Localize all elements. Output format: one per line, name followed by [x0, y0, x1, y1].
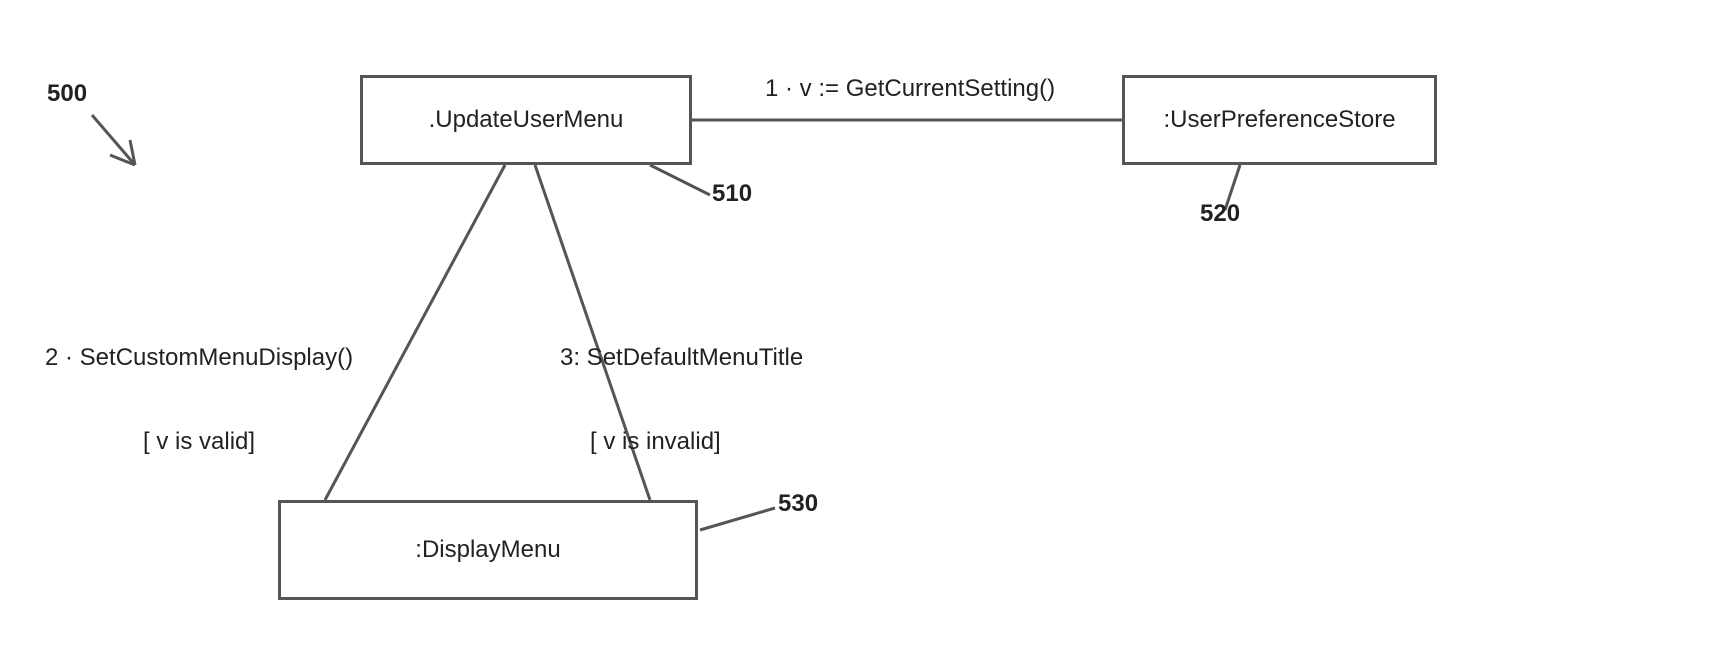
msg2-line2: [ v is valid] [45, 428, 353, 456]
msg3-label: 3: SetDefaultMenuTitle [ v is invalid] [560, 288, 803, 484]
arrow-500-shaft [92, 115, 135, 165]
leader-510 [650, 165, 710, 195]
box-user-preference-store-label: :UserPreferenceStore [1163, 106, 1395, 134]
msg2-label: 2 · SetCustomMenuDisplay() [ v is valid] [45, 288, 353, 484]
arrow-500-head2 [130, 140, 135, 165]
ref-520: 520 [1200, 200, 1240, 228]
ref-530: 530 [778, 490, 818, 518]
leader-530 [700, 508, 775, 530]
box-user-preference-store: :UserPreferenceStore [1122, 75, 1437, 165]
msg1-label: 1 · v := GetCurrentSetting() [765, 75, 1055, 103]
box-update-user-menu: .UpdateUserMenu [360, 75, 692, 165]
arrow-500-head1 [110, 155, 135, 165]
ref-510: 510 [712, 180, 752, 208]
box-display-menu: :DisplayMenu [278, 500, 698, 600]
msg3-line2: [ v is invalid] [560, 428, 803, 456]
box-update-user-menu-label: .UpdateUserMenu [429, 106, 624, 134]
diagram-ref: 500 [47, 80, 87, 108]
msg3-line1: 3: SetDefaultMenuTitle [560, 344, 803, 372]
msg2-line1: 2 · SetCustomMenuDisplay() [45, 344, 353, 372]
box-display-menu-label: :DisplayMenu [415, 536, 560, 564]
